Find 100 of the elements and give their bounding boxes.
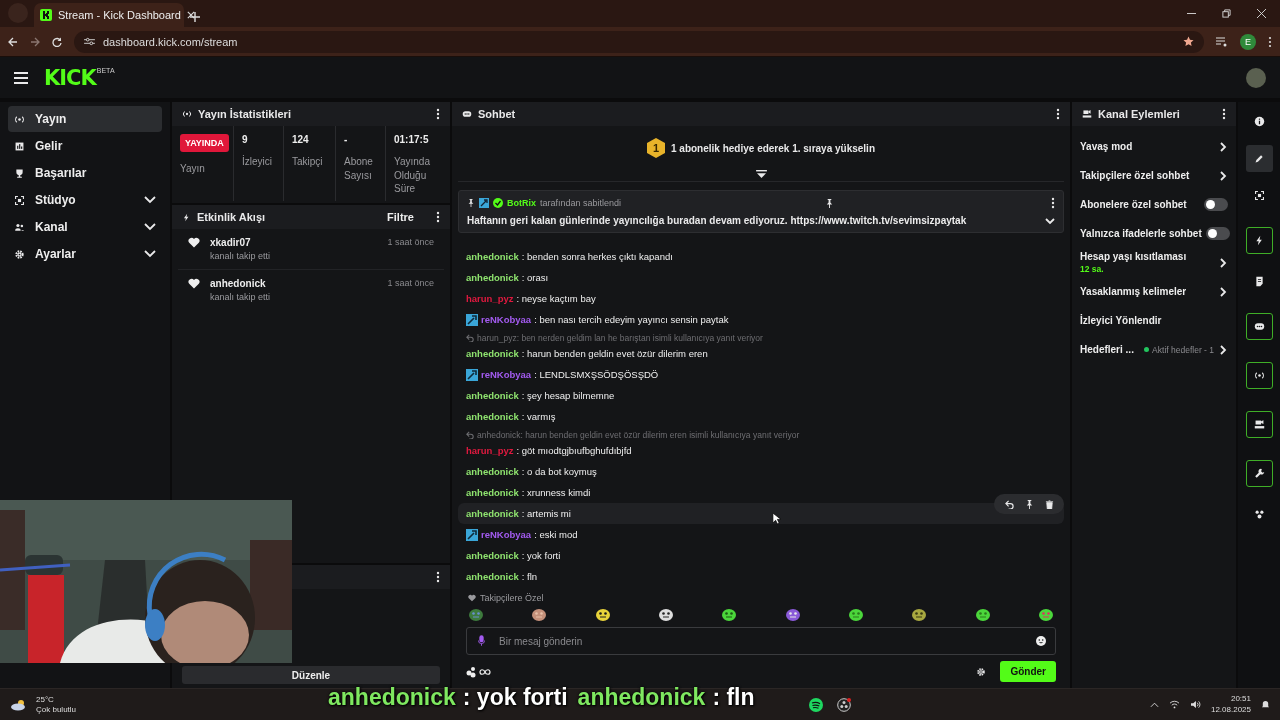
- emote-icon[interactable]: [658, 607, 674, 621]
- cloud-icon: [10, 698, 28, 711]
- chat-username[interactable]: harun_pyz: [466, 293, 514, 304]
- clock-date: 12.08.2025: [1210, 704, 1251, 715]
- emote-icon[interactable]: [531, 607, 548, 621]
- rail-button[interactable]: [1245, 227, 1273, 254]
- chat-username[interactable]: harun_pyz: [466, 445, 514, 456]
- info-icon: [1253, 116, 1265, 127]
- reply-context: harun_pyz: ben nerden geldim lan he barıştan isimli kullanıcıya yanıt veriyor: [458, 330, 1064, 343]
- notification-icon[interactable]: [1261, 700, 1270, 709]
- more-icon[interactable]: [1051, 197, 1055, 209]
- action-label: Abonelere özel sohbet: [1080, 199, 1188, 210]
- toggle-switch[interactable]: [1204, 198, 1228, 211]
- chat-username[interactable]: anhedonick: [466, 272, 519, 283]
- chat-username[interactable]: anhedonick: [466, 390, 519, 401]
- emote-icon[interactable]: [594, 607, 611, 621]
- channel-action-item[interactable]: İzleyici Yönlendir: [1080, 306, 1228, 335]
- filter-button[interactable]: Filtre: [381, 210, 420, 224]
- close-icon[interactable]: [1257, 9, 1266, 18]
- event-time: 1 saat önce: [387, 237, 434, 249]
- emote-icon[interactable]: [974, 607, 991, 621]
- channel-action-item[interactable]: Abonelere özel sohbet: [1080, 190, 1228, 219]
- chat-username[interactable]: anhedonick: [466, 466, 519, 477]
- chat-username[interactable]: anhedonick: [466, 571, 519, 582]
- media-control-icon[interactable]: [1216, 36, 1228, 47]
- live-badge: YAYINDA: [180, 134, 229, 152]
- chat-username[interactable]: anhedonick: [466, 550, 519, 561]
- settings-icon[interactable]: [976, 666, 987, 677]
- star-icon[interactable]: [1183, 36, 1194, 47]
- chat-username[interactable]: anhedonick: [466, 411, 519, 422]
- sidebar-item[interactable]: Kanal: [8, 214, 162, 240]
- event-description: kanalı takip etti: [210, 292, 272, 302]
- more-icon[interactable]: [1056, 108, 1060, 120]
- address-bar[interactable]: dashboard.kick.com/stream: [74, 30, 1204, 53]
- avatar[interactable]: [1246, 67, 1266, 88]
- emote-icon[interactable]: [1037, 607, 1054, 621]
- heart-icon: [188, 237, 200, 248]
- speaker-icon[interactable]: [1189, 700, 1201, 709]
- channel-action-item[interactable]: Hesap yaşı kısıtlaması 12 sa.: [1080, 248, 1228, 277]
- channel-action-item[interactable]: Yasaklanmış kelimeler: [1080, 277, 1228, 306]
- profile-avatar[interactable]: E: [1240, 33, 1256, 50]
- stat-label: Takipçi: [292, 155, 324, 169]
- collapse-icon[interactable]: [755, 170, 767, 179]
- logo[interactable]: KICK: [44, 65, 96, 90]
- channel-action-item[interactable]: Yavaş mod: [1080, 132, 1228, 161]
- more-icon[interactable]: [1268, 35, 1272, 48]
- pinned-link[interactable]: https://www.twitch.tv/sevimsizpaytak: [790, 215, 967, 226]
- emoji-icon[interactable]: [1036, 636, 1046, 646]
- forward-icon[interactable]: [30, 36, 40, 47]
- rail-button[interactable]: [1245, 460, 1273, 487]
- emote-icon[interactable]: [784, 607, 801, 621]
- emote-icon[interactable]: [911, 607, 928, 621]
- new-tab-icon[interactable]: [190, 12, 200, 22]
- action-label: İzleyici Yönlendir: [1080, 315, 1163, 326]
- edit-button[interactable]: Düzenle: [182, 666, 440, 684]
- close-icon[interactable]: [186, 11, 195, 19]
- chat-username[interactable]: anhedonick: [466, 348, 519, 359]
- sidebar-item[interactable]: Ayarlar: [8, 241, 162, 267]
- chat-username[interactable]: anhedonick: [466, 251, 519, 262]
- more-icon[interactable]: [1222, 108, 1226, 120]
- chat-username[interactable]: anhedonick: [466, 508, 519, 519]
- rail-button[interactable]: [1245, 411, 1273, 438]
- emote-icon[interactable]: [721, 607, 738, 621]
- rail-button[interactable]: [1245, 313, 1273, 340]
- stat-value: -: [344, 134, 349, 145]
- more-icon[interactable]: [436, 571, 440, 583]
- more-icon[interactable]: [436, 211, 440, 223]
- chat-username[interactable]: reNKobyaa: [481, 314, 532, 325]
- chat-username[interactable]: reNKobyaa: [481, 529, 532, 540]
- chat-username[interactable]: reNKobyaa: [481, 369, 532, 380]
- back-icon[interactable]: [8, 36, 18, 47]
- microphone-icon[interactable]: [478, 635, 485, 646]
- chat-message-text: : xrunness kimdi: [521, 487, 591, 498]
- message-field[interactable]: Bir mesaj gönderin: [466, 627, 1056, 655]
- channel-action-item[interactable]: Takipçilere özel sohbet: [1080, 161, 1228, 190]
- reload-icon[interactable]: [52, 36, 62, 47]
- subtitle-text: : yok forti: [462, 684, 568, 711]
- toggle-switch[interactable]: [1205, 227, 1230, 240]
- chat-username[interactable]: anhedonick: [466, 487, 519, 498]
- music-app-icon[interactable]: [809, 697, 824, 712]
- rail-button[interactable]: [1245, 362, 1273, 389]
- channel-action-item[interactable]: Yalnızca ifadelerle sohbet: [1080, 219, 1228, 248]
- emote-icon[interactable]: [847, 607, 864, 621]
- menu-icon[interactable]: [14, 71, 28, 84]
- more-icon[interactable]: [436, 108, 440, 120]
- send-button[interactable]: Gönder: [1000, 661, 1056, 682]
- wifi-icon[interactable]: [1168, 700, 1180, 709]
- rail-button[interactable]: [1245, 145, 1273, 172]
- emote-group-label: Takipçilere Özel: [480, 593, 544, 603]
- sidebar-item[interactable]: Stüdyo: [8, 187, 162, 213]
- caret-up-icon[interactable]: [1149, 701, 1159, 708]
- sidebar-item[interactable]: Başarılar: [8, 160, 162, 186]
- sidebar-item[interactable]: Gelir: [8, 133, 162, 159]
- chat-message-text: : LENDLSMXŞSÖDŞÖSŞDÖ: [534, 369, 659, 380]
- chevron-down-icon: [1045, 215, 1055, 226]
- restore-icon[interactable]: [1222, 9, 1231, 18]
- sidebar-item[interactable]: Yayın: [8, 106, 162, 132]
- event-username: xkadir07: [210, 237, 252, 248]
- recorder-app-icon[interactable]: [837, 697, 852, 712]
- channel-action-item[interactable]: Hedefleri ... Aktif hedefler - 1: [1080, 335, 1228, 364]
